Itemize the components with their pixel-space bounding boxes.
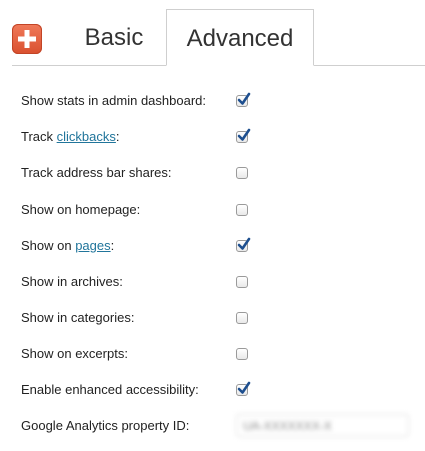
setting-label-prefix: Track bbox=[21, 129, 57, 144]
accessibility-checkbox[interactable] bbox=[236, 381, 251, 396]
setting-row-address-bar: Track address bar shares: bbox=[0, 155, 425, 191]
tabs-header: Basic Advanced bbox=[0, 0, 425, 66]
checkmark-icon bbox=[237, 237, 251, 250]
setting-label: Track address bar shares: bbox=[21, 165, 172, 180]
checkmark-icon bbox=[237, 381, 251, 394]
homepage-checkbox[interactable] bbox=[236, 204, 248, 216]
setting-row-excerpts: Show on excerpts: bbox=[0, 336, 425, 372]
clickbacks-checkbox[interactable] bbox=[236, 128, 251, 143]
clickbacks-link[interactable]: clickbacks bbox=[57, 129, 116, 144]
pages-link[interactable]: pages bbox=[75, 238, 110, 253]
setting-label-prefix: Show on bbox=[21, 238, 76, 253]
tab-basic[interactable]: Basic bbox=[62, 9, 166, 66]
pages-checkbox[interactable] bbox=[236, 237, 251, 252]
checkmark-icon bbox=[237, 92, 251, 105]
setting-label: Show on homepage: bbox=[21, 202, 141, 217]
address-bar-checkbox[interactable] bbox=[236, 167, 248, 179]
setting-label: Show on pages: bbox=[21, 228, 114, 264]
archives-checkbox[interactable] bbox=[236, 276, 248, 288]
setting-row-google-analytics: Google Analytics property ID: bbox=[0, 408, 425, 444]
checkmark-icon bbox=[237, 128, 251, 141]
excerpts-checkbox[interactable] bbox=[236, 348, 248, 360]
setting-row-archives: Show in archives: bbox=[0, 264, 425, 300]
setting-row-clickbacks: Track clickbacks: bbox=[0, 119, 425, 155]
setting-label: Enable enhanced accessibility: bbox=[21, 382, 199, 397]
setting-label: Show in archives: bbox=[21, 274, 123, 289]
ga-property-id-input[interactable] bbox=[236, 414, 409, 437]
setting-label-suffix: : bbox=[115, 129, 120, 144]
setting-label: Track clickbacks: bbox=[21, 119, 120, 155]
setting-row-homepage: Show on homepage: bbox=[0, 192, 425, 228]
admin-stats-checkbox[interactable] bbox=[236, 92, 251, 107]
setting-row-admin-stats: Show stats in admin dashboard: bbox=[0, 83, 425, 119]
setting-row-pages: Show on pages: bbox=[0, 228, 425, 264]
setting-label: Show in categories: bbox=[21, 310, 135, 325]
setting-label: Google Analytics property ID: bbox=[21, 418, 190, 433]
plus-icon[interactable] bbox=[12, 24, 42, 54]
setting-row-categories: Show in categories: bbox=[0, 300, 425, 336]
tab-advanced[interactable]: Advanced bbox=[166, 9, 314, 66]
setting-label-suffix: : bbox=[110, 238, 115, 253]
categories-checkbox[interactable] bbox=[236, 312, 248, 324]
setting-row-accessibility: Enable enhanced accessibility: bbox=[0, 372, 425, 408]
setting-label: Show on excerpts: bbox=[21, 346, 128, 361]
setting-label: Show stats in admin dashboard: bbox=[21, 93, 206, 108]
